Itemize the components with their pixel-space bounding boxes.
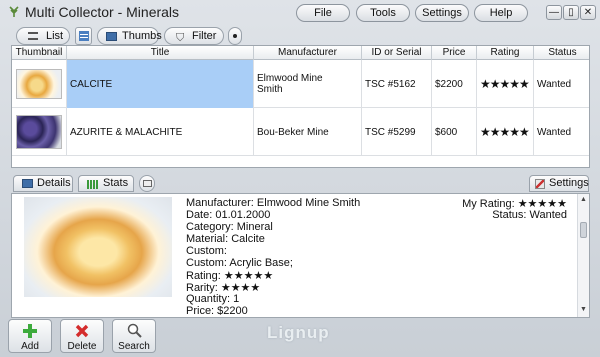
tab-stats[interactable]: Stats bbox=[78, 175, 134, 192]
column-thumbnail[interactable]: Thumbnail bbox=[12, 46, 67, 60]
dot-icon bbox=[233, 34, 237, 38]
title-cell: AZURITE & MALACHITE bbox=[67, 108, 254, 156]
column-rating[interactable]: Rating bbox=[477, 46, 534, 60]
filter-button[interactable]: ⛉ Filter bbox=[164, 27, 224, 45]
delete-label: Delete bbox=[67, 341, 97, 352]
table-row[interactable]: AZURITE & MALACHITE Bou-Beker Mine TSC #… bbox=[12, 108, 589, 156]
menu-file[interactable]: File bbox=[296, 4, 350, 22]
restore-button[interactable]: ▯ bbox=[563, 5, 579, 20]
list-view-button[interactable]: List bbox=[16, 27, 70, 45]
lignup-logo: Lignup bbox=[267, 323, 330, 342]
stats-icon bbox=[87, 180, 99, 189]
collection-grid: Thumbnail Title Manufacturer ID or Seria… bbox=[11, 45, 590, 168]
details-settings-label: Settings bbox=[549, 177, 589, 189]
id-cell: TSC #5162 bbox=[362, 60, 432, 108]
grid-view-icon bbox=[79, 31, 89, 41]
manufacturer-cell: Elmwood Mine Smith bbox=[254, 60, 362, 108]
search-button[interactable]: Search bbox=[112, 319, 156, 353]
list-icon bbox=[28, 32, 38, 40]
column-price[interactable]: Price bbox=[432, 46, 477, 60]
add-button[interactable]: Add bbox=[8, 319, 52, 353]
thumbs-view-label: Thumbs bbox=[122, 30, 162, 42]
detail-status: Status: Wanted bbox=[492, 209, 567, 221]
plus-icon bbox=[23, 324, 37, 338]
column-title[interactable]: Title bbox=[67, 46, 254, 60]
price-cell: $600 bbox=[432, 108, 477, 156]
filter-label: Filter bbox=[192, 30, 217, 42]
thumbnail-cell bbox=[12, 108, 67, 156]
printer-icon bbox=[143, 180, 152, 187]
list-view-label: List bbox=[46, 30, 64, 42]
x-icon bbox=[75, 324, 89, 338]
manufacturer-cell: Bou-Beker Mine bbox=[254, 108, 362, 156]
app-window: Multi Collector - Minerals File Tools Se… bbox=[0, 0, 600, 357]
calcite-thumbnail bbox=[16, 69, 62, 99]
manufacturer-line-1: Elmwood Mine bbox=[257, 73, 323, 84]
title-cell: CALCITE bbox=[67, 60, 254, 108]
detail-category: Category: Mineral bbox=[186, 221, 273, 233]
scroll-up-icon[interactable]: ▲ bbox=[580, 196, 587, 203]
status-cell: Wanted bbox=[537, 126, 572, 138]
settings-icon bbox=[535, 179, 545, 189]
price-cell: $2200 bbox=[432, 60, 477, 108]
item-photo bbox=[24, 197, 172, 297]
details-icon bbox=[22, 179, 33, 188]
detail-manufacturer: Manufacturer: Elmwood Mine Smith bbox=[186, 197, 361, 209]
thumbnail-icon bbox=[106, 32, 117, 41]
filter-icon: ⛉ bbox=[176, 32, 185, 44]
detail-material: Material: Calcite bbox=[186, 233, 265, 245]
title-bar: Multi Collector - Minerals File Tools Se… bbox=[0, 0, 600, 24]
detail-custom: Custom: bbox=[186, 245, 227, 257]
detail-custom-base: Custom: Acrylic Base; bbox=[186, 257, 293, 269]
detail-date: Date: 01.01.2000 bbox=[186, 209, 271, 221]
menu-help[interactable]: Help bbox=[474, 4, 528, 22]
menu-settings[interactable]: Settings bbox=[415, 4, 469, 22]
tab-details[interactable]: Details bbox=[13, 175, 73, 192]
search-icon bbox=[127, 323, 142, 338]
scroll-down-icon[interactable]: ▼ bbox=[580, 306, 587, 313]
print-button[interactable] bbox=[139, 175, 155, 192]
window-title: Multi Collector - Minerals bbox=[25, 4, 180, 20]
detail-price: Price: $2200 bbox=[186, 305, 248, 317]
toolbar-options-button[interactable] bbox=[228, 27, 242, 45]
id-cell: TSC #5299 bbox=[362, 108, 432, 156]
add-label: Add bbox=[21, 341, 39, 352]
details-view-button[interactable] bbox=[75, 27, 92, 45]
tab-details-label: Details bbox=[37, 177, 71, 189]
rating-cell: ★★★★★ bbox=[477, 60, 534, 108]
thumbs-view-button[interactable]: Thumbs bbox=[97, 27, 162, 45]
grid-header: Thumbnail Title Manufacturer ID or Seria… bbox=[12, 46, 589, 60]
column-status[interactable]: Status bbox=[534, 46, 589, 60]
details-settings-button[interactable]: Settings bbox=[529, 175, 589, 192]
details-panel: Manufacturer: Elmwood Mine Smith Date: 0… bbox=[11, 193, 590, 318]
column-manufacturer[interactable]: Manufacturer bbox=[254, 46, 362, 60]
scroll-thumb[interactable] bbox=[580, 222, 587, 238]
menu-tools[interactable]: Tools bbox=[356, 4, 410, 22]
minimize-button[interactable]: — bbox=[546, 5, 562, 20]
detail-quantity: Quantity: 1 bbox=[186, 293, 240, 305]
close-button[interactable]: ✕ bbox=[580, 5, 596, 20]
column-id-serial[interactable]: ID or Serial bbox=[362, 46, 432, 60]
table-row[interactable]: CALCITE Elmwood Mine Smith TSC #5162 $22… bbox=[12, 60, 589, 108]
status-cell: Wanted bbox=[537, 78, 572, 90]
manufacturer-line-2: Smith bbox=[257, 84, 283, 95]
thumbnail-cell bbox=[12, 60, 67, 108]
delete-button[interactable]: Delete bbox=[60, 319, 104, 353]
tab-stats-label: Stats bbox=[103, 177, 129, 189]
rating-cell: ★★★★★ bbox=[477, 108, 534, 156]
app-logo-icon bbox=[8, 6, 20, 18]
azurite-thumbnail bbox=[16, 115, 62, 149]
details-scrollbar[interactable]: ▲ ▼ bbox=[577, 194, 589, 317]
search-label: Search bbox=[118, 341, 150, 352]
